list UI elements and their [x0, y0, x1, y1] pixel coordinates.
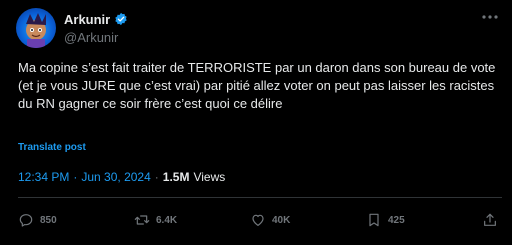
more-dots-icon: [482, 15, 498, 19]
tweet-card: Arkunir @Arkunir Ma copine s’est fait tr…: [0, 0, 512, 245]
display-name[interactable]: Arkunir: [64, 12, 110, 27]
heart-icon: [252, 214, 264, 226]
timestamp-separator: ·: [73, 170, 78, 184]
reply-icon: [19, 214, 33, 227]
bookmark-count: 425: [388, 214, 405, 226]
views-label: Views: [193, 170, 226, 184]
repost-button[interactable]: 6.4K: [134, 212, 177, 228]
character-avatar-icon: [26, 13, 46, 48]
tweet-text: Ma copine s’est fait traiter de TERRORIS…: [18, 60, 496, 111]
bookmark-icon: [369, 213, 379, 227]
more-options-button[interactable]: [480, 10, 500, 24]
tweet-meta: 12:34 PM · Jun 30, 2024 · 1.5M Views: [18, 170, 225, 184]
translate-post-link[interactable]: Translate post: [18, 142, 86, 153]
repost-icon: [134, 215, 150, 225]
timestamp-time[interactable]: 12:34 PM: [18, 170, 69, 184]
views-count[interactable]: 1.5M: [163, 170, 190, 184]
reply-count: 850: [40, 214, 57, 226]
share-button[interactable]: [482, 212, 498, 228]
verified-badge-icon: [115, 12, 127, 26]
reply-button[interactable]: 850: [18, 212, 57, 228]
share-icon: [484, 213, 496, 226]
divider: [18, 197, 502, 198]
timestamp-date[interactable]: Jun 30, 2024: [81, 170, 150, 184]
avatar[interactable]: [16, 8, 56, 48]
handle[interactable]: @Arkunir: [64, 30, 128, 45]
action-bar: 850 6.4K 40K 425: [18, 210, 502, 230]
like-count: 40K: [272, 214, 291, 226]
bookmark-button[interactable]: 425: [366, 212, 405, 228]
author-header: Arkunir @Arkunir: [64, 10, 128, 45]
repost-count: 6.4K: [156, 214, 178, 226]
like-button[interactable]: 40K: [250, 212, 290, 228]
meta-dot: ·: [154, 170, 159, 184]
